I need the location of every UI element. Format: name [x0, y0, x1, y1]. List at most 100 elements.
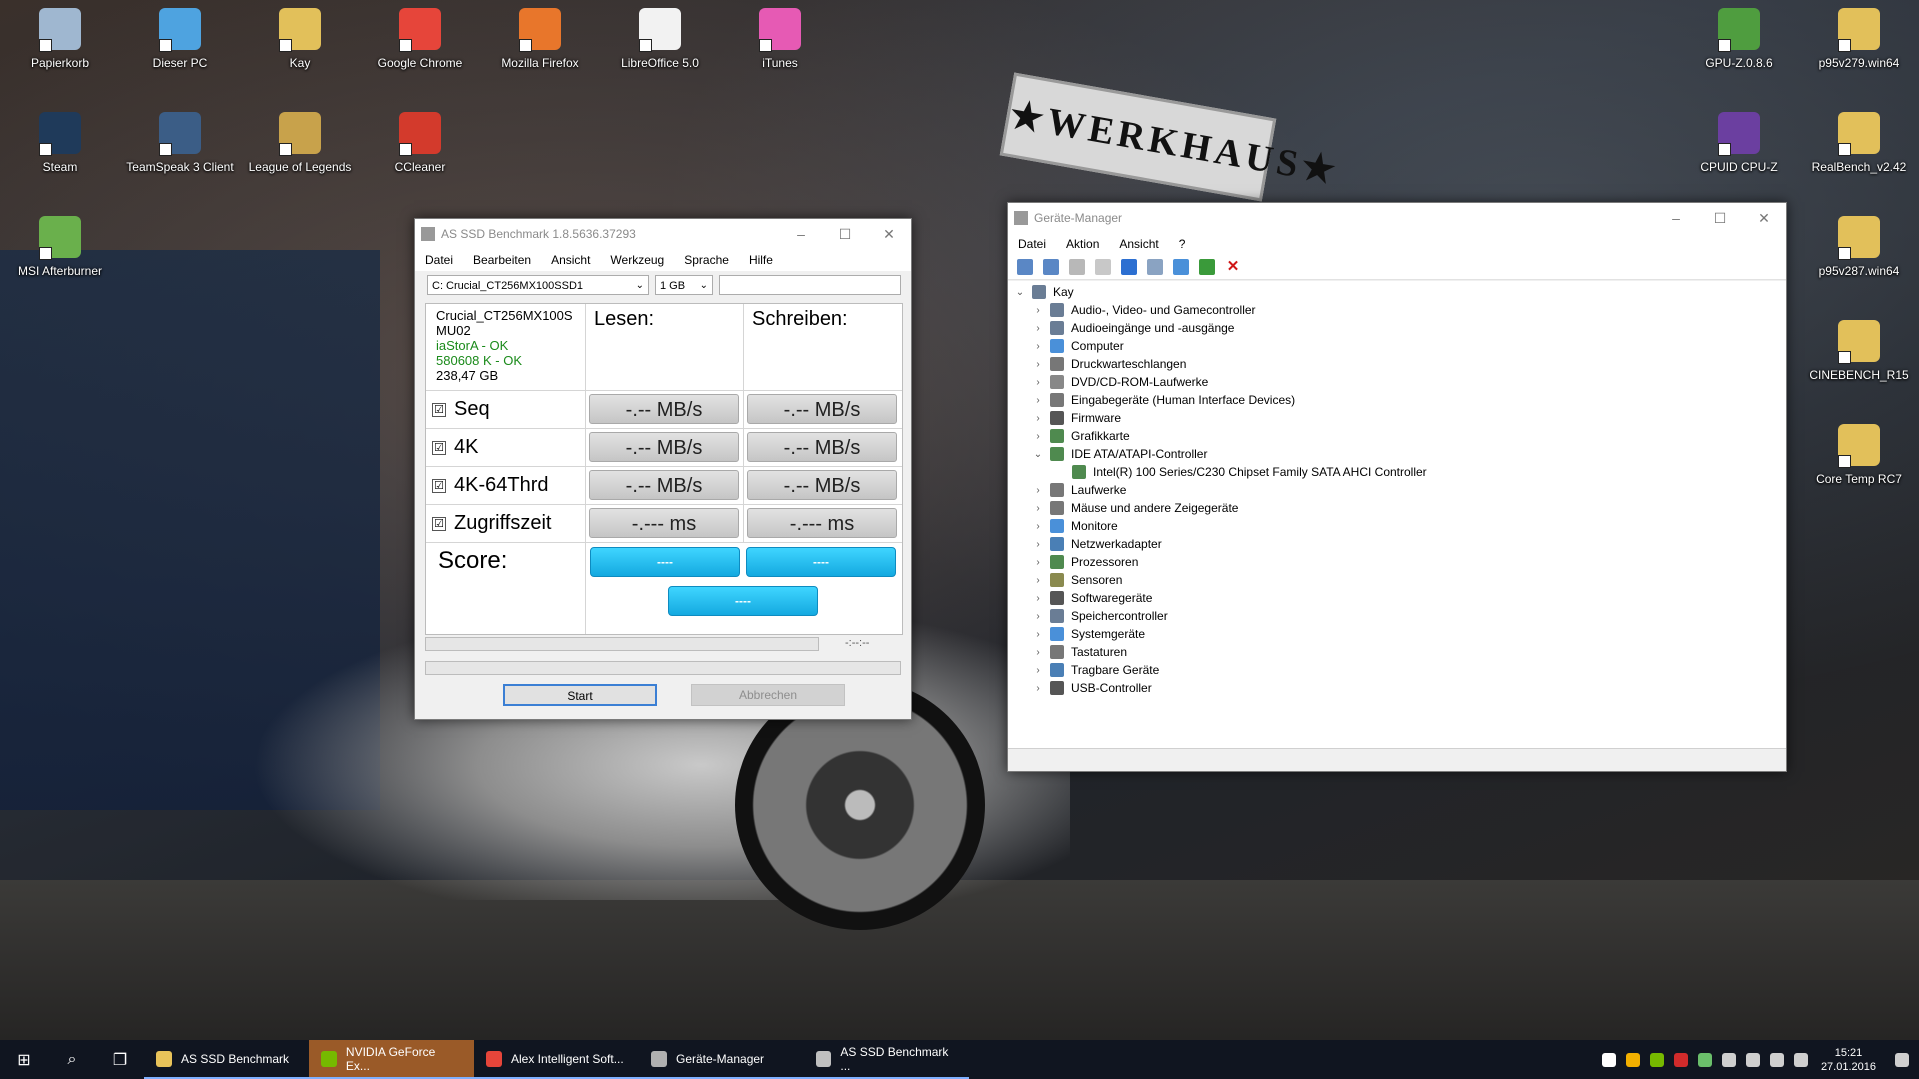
size-select[interactable]: 1 GB ⌄ [655, 275, 713, 295]
uninstall-x-icon[interactable]: ✕ [1225, 259, 1241, 275]
chevron-right-icon[interactable]: › [1032, 485, 1044, 496]
desktop-icon[interactable]: TeamSpeak 3 Client [125, 112, 235, 174]
desktop-icon[interactable]: Dieser PC [125, 8, 235, 70]
menu-werkzeug[interactable]: Werkzeug [600, 253, 674, 267]
minimize-icon[interactable]: – [1654, 210, 1698, 226]
row-label[interactable]: ☑ Seq [426, 391, 586, 429]
tree-item[interactable]: › Systemgeräte [1032, 625, 1145, 643]
desktop-icon[interactable]: Papierkorb [5, 8, 115, 70]
desktop-icon[interactable]: CCleaner [365, 112, 475, 174]
taskbar-item[interactable]: AS SSD Benchmark [144, 1040, 309, 1079]
tray-usb-icon[interactable] [1721, 1052, 1736, 1067]
checkbox[interactable]: ☑ [432, 440, 446, 455]
back-arrow-icon[interactable] [1017, 259, 1033, 275]
tree-item[interactable]: › Audioeingänge und -ausgänge [1032, 319, 1234, 337]
desktop-icon[interactable]: GPU-Z.0.8.6 [1684, 8, 1794, 70]
as-ssd-window[interactable]: AS SSD Benchmark 1.8.5636.37293 – ☐ ✕ Da… [414, 218, 912, 720]
windows-start-icon[interactable]: ⊞ [0, 1040, 48, 1079]
info-field[interactable] [719, 275, 901, 295]
desktop-icon[interactable]: Core Temp RC7 [1804, 424, 1914, 486]
chevron-right-icon[interactable]: › [1032, 575, 1044, 586]
tree-item[interactable]: › Softwaregeräte [1032, 589, 1152, 607]
chevron-right-icon[interactable]: › [1032, 359, 1044, 370]
chevron-right-icon[interactable]: › [1032, 665, 1044, 676]
tree-item[interactable]: › Grafikkarte [1032, 427, 1130, 445]
desktop-icon[interactable]: MSI Afterburner [5, 216, 115, 278]
tree-item[interactable]: › Mäuse und andere Zeigegeräte [1032, 499, 1238, 517]
chevron-down-icon[interactable]: ⌄ [1032, 449, 1044, 460]
chevron-right-icon[interactable]: › [1032, 395, 1044, 406]
tree-item[interactable]: Intel(R) 100 Series/C230 Chipset Family … [1054, 463, 1427, 481]
keyboard-icon[interactable] [1793, 1052, 1808, 1067]
desktop-icon[interactable]: League of Legends [245, 112, 355, 174]
forward-arrow-icon[interactable] [1043, 259, 1059, 275]
chevron-right-icon[interactable]: › [1032, 683, 1044, 694]
desktop-icon[interactable]: Kay [245, 8, 355, 70]
taskbar-item[interactable]: AS SSD Benchmark ... [804, 1040, 969, 1079]
tree-item[interactable]: › Audio-, Video- und Gamecontroller [1032, 301, 1256, 319]
desktop-icon[interactable]: p95v279.win64 [1804, 8, 1914, 70]
chevron-right-icon[interactable]: › [1032, 647, 1044, 658]
update-driver-icon[interactable] [1199, 259, 1215, 275]
drive-select[interactable]: C: Crucial_CT256MX100SSD1 ⌄ [427, 275, 649, 295]
volume-icon[interactable] [1769, 1052, 1784, 1067]
device-manager-window[interactable]: Geräte-Manager – ☐ ✕ Datei Aktion Ansich… [1007, 202, 1787, 772]
tray-clock[interactable]: 15:21 27.01.2016 [1821, 1046, 1876, 1074]
tree-item[interactable]: › Tastaturen [1032, 643, 1127, 661]
close-icon[interactable]: ✕ [1742, 210, 1786, 227]
desktop-icon[interactable]: RealBench_v2.42 [1804, 112, 1914, 174]
chevron-right-icon[interactable]: › [1032, 593, 1044, 604]
tree-item[interactable]: › Sensoren [1032, 571, 1122, 589]
desktop-icon[interactable]: iTunes [725, 8, 835, 70]
checkbox[interactable]: ☑ [432, 402, 446, 417]
tray-app-icon[interactable] [1625, 1052, 1640, 1067]
as-ssd-titlebar[interactable]: AS SSD Benchmark 1.8.5636.37293 – ☐ ✕ [415, 219, 911, 249]
monitor-icon[interactable] [1173, 259, 1189, 275]
desktop-icon[interactable]: Mozilla Firefox [485, 8, 595, 70]
chevron-right-icon[interactable]: › [1032, 413, 1044, 424]
desktop-icon[interactable]: CPUID CPU-Z [1684, 112, 1794, 174]
menu-ansicht[interactable]: Ansicht [541, 253, 600, 267]
show-hidden-icon[interactable] [1147, 259, 1163, 275]
tree-item[interactable]: › Eingabegeräte (Human Interface Devices) [1032, 391, 1295, 409]
chevron-right-icon[interactable]: › [1032, 341, 1044, 352]
chevron-right-icon[interactable]: › [1032, 377, 1044, 388]
tree-item[interactable]: › Laufwerke [1032, 481, 1126, 499]
menu-ansicht[interactable]: Ansicht [1109, 237, 1168, 251]
taskbar-item[interactable]: Alex Intelligent Soft... [474, 1040, 639, 1079]
notification-icon[interactable] [1895, 1052, 1909, 1067]
menu-aktion[interactable]: Aktion [1056, 237, 1109, 251]
desktop-icon[interactable]: Google Chrome [365, 8, 475, 70]
tree-item[interactable]: › Tragbare Geräte [1032, 661, 1159, 679]
tray-sb-icon[interactable] [1673, 1052, 1688, 1067]
abort-button[interactable]: Abbrechen [691, 684, 845, 706]
desktop-icon[interactable]: LibreOffice 5.0 [605, 8, 715, 70]
tree-item[interactable]: › Computer [1032, 337, 1124, 355]
menu-sprache[interactable]: Sprache [674, 253, 739, 267]
row-label[interactable]: ☑ 4K [426, 429, 586, 467]
row-label[interactable]: ☑ Zugriffszeit [426, 505, 586, 543]
row-label[interactable]: ☑ 4K-64Thrd [426, 467, 586, 505]
chevron-right-icon[interactable]: › [1032, 323, 1044, 334]
search-icon[interactable]: ⌕ [48, 1040, 96, 1079]
checkbox[interactable]: ☑ [432, 478, 446, 493]
chevron-right-icon[interactable]: › [1032, 539, 1044, 550]
properties-icon[interactable] [1095, 259, 1111, 275]
menu-datei[interactable]: Datei [1008, 237, 1056, 251]
tree-item[interactable]: › Prozessoren [1032, 553, 1138, 571]
chevron-right-icon[interactable]: › [1032, 629, 1044, 640]
chevron-right-icon[interactable]: › [1032, 611, 1044, 622]
close-icon[interactable]: ✕ [867, 226, 911, 243]
menu-help[interactable]: ? [1169, 237, 1196, 251]
chevron-right-icon[interactable]: › [1032, 557, 1044, 568]
taskbar-item[interactable]: Geräte-Manager [639, 1040, 804, 1079]
tray-arrow-icon[interactable] [1601, 1052, 1616, 1067]
desktop-icon[interactable]: Steam [5, 112, 115, 174]
tree-item[interactable]: › Firmware [1032, 409, 1121, 427]
maximize-icon[interactable]: ☐ [823, 226, 867, 243]
tree-item[interactable]: › Monitore [1032, 517, 1118, 535]
tree-item[interactable]: › USB-Controller [1032, 679, 1152, 697]
start-button[interactable]: Start [503, 684, 657, 706]
menu-bearbeiten[interactable]: Bearbeiten [463, 253, 541, 267]
chevron-right-icon[interactable]: › [1032, 305, 1044, 316]
